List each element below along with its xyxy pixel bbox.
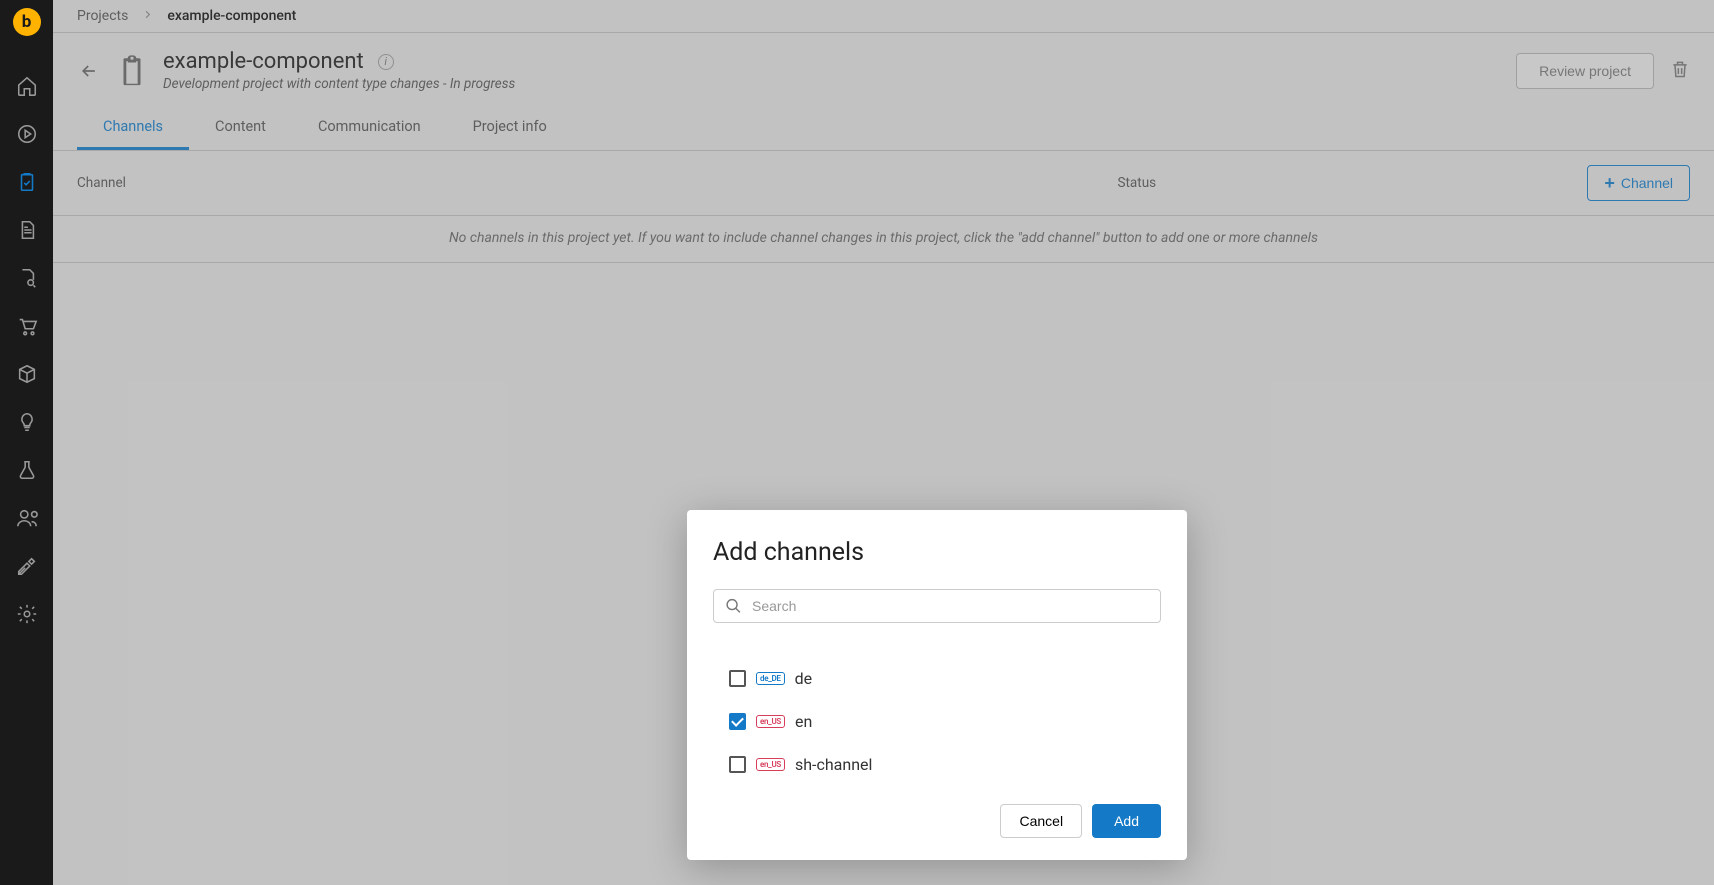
- checkbox-de[interactable]: [729, 670, 746, 687]
- box-icon: [16, 363, 38, 389]
- locale-tag: en_US: [756, 758, 785, 771]
- info-icon[interactable]: i: [378, 54, 394, 70]
- column-header-status: Status: [1118, 175, 1157, 191]
- tab-channels[interactable]: Channels: [77, 106, 189, 150]
- channel-option-sh-channel[interactable]: en_US sh-channel: [713, 743, 1161, 786]
- tab-content[interactable]: Content: [189, 106, 292, 150]
- channel-search-input[interactable]: [713, 589, 1161, 623]
- checkbox-sh-channel[interactable]: [729, 756, 746, 773]
- breadcrumb: Projects example-component: [53, 0, 1714, 33]
- document-search-icon: [16, 267, 38, 293]
- nav-item-review[interactable]: [0, 256, 53, 304]
- users-icon: [16, 507, 38, 533]
- tab-communication[interactable]: Communication: [292, 106, 447, 150]
- channel-option-label: sh-channel: [795, 755, 872, 774]
- breadcrumb-current: example-component: [167, 8, 296, 24]
- channel-option-de[interactable]: de_DE de: [713, 657, 1161, 700]
- cancel-button[interactable]: Cancel: [1000, 804, 1082, 838]
- document-icon: [16, 219, 38, 245]
- locale-tag: en_US: [756, 715, 785, 728]
- tabs: Channels Content Communication Project i…: [53, 106, 1714, 151]
- clipboard-check-icon: [16, 171, 38, 197]
- add-channel-label: Channel: [1621, 175, 1673, 191]
- home-icon: [16, 75, 38, 101]
- tools-icon: [16, 555, 38, 581]
- cart-icon: [16, 315, 38, 341]
- project-subtitle: Development project with content type ch…: [163, 76, 1516, 92]
- nav-rail: b: [0, 0, 53, 885]
- app-logo[interactable]: b: [13, 8, 41, 36]
- nav-item-cart[interactable]: [0, 304, 53, 352]
- nav-item-documents[interactable]: [0, 208, 53, 256]
- tab-project-info[interactable]: Project info: [447, 106, 573, 150]
- plus-icon: +: [1604, 174, 1615, 192]
- main-area: Projects example-component example-compo…: [53, 0, 1714, 885]
- channel-option-label: en: [795, 712, 812, 731]
- channel-option-label: de: [795, 669, 813, 688]
- project-type-icon: [115, 54, 149, 88]
- project-header: example-component i Development project …: [53, 33, 1714, 106]
- breadcrumb-root[interactable]: Projects: [77, 8, 128, 24]
- nav-item-box[interactable]: [0, 352, 53, 400]
- play-circle-icon: [16, 123, 38, 149]
- add-button[interactable]: Add: [1092, 804, 1161, 838]
- channel-option-en[interactable]: en_US en: [713, 700, 1161, 743]
- add-channel-button[interactable]: + Channel: [1587, 165, 1690, 201]
- back-button[interactable]: [77, 59, 101, 83]
- locale-tag: de_DE: [756, 672, 785, 685]
- column-header-channel: Channel: [77, 175, 126, 191]
- review-project-button[interactable]: Review project: [1516, 53, 1654, 89]
- nav-item-projects[interactable]: [0, 160, 53, 208]
- nav-item-users[interactable]: [0, 496, 53, 544]
- modal-title: Add channels: [713, 538, 1161, 567]
- nav-item-home[interactable]: [0, 64, 53, 112]
- checkbox-en[interactable]: [729, 713, 746, 730]
- search-icon: [725, 598, 742, 615]
- channels-table-header: Channel Status + Channel: [53, 151, 1714, 216]
- add-channels-modal: Add channels de_DE de en_US en en_US sh-…: [687, 510, 1187, 860]
- project-title: example-component: [163, 49, 364, 74]
- gear-icon: [16, 603, 38, 629]
- channels-empty-state: No channels in this project yet. If you …: [53, 216, 1714, 263]
- delete-project-button[interactable]: [1670, 59, 1690, 83]
- flask-icon: [16, 459, 38, 485]
- nav-item-ideas[interactable]: [0, 400, 53, 448]
- nav-item-play[interactable]: [0, 112, 53, 160]
- lightbulb-icon: [16, 411, 38, 437]
- nav-item-tools[interactable]: [0, 544, 53, 592]
- nav-item-lab[interactable]: [0, 448, 53, 496]
- chevron-right-icon: [142, 8, 153, 24]
- nav-item-settings[interactable]: [0, 592, 53, 640]
